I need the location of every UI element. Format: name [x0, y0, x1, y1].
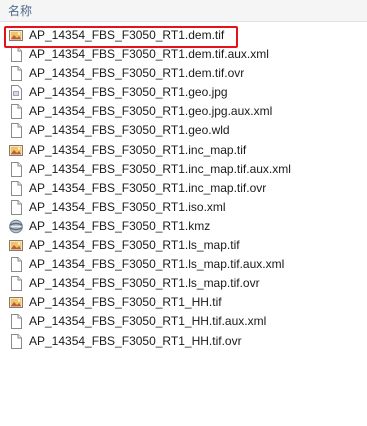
blank-file-icon	[9, 276, 23, 292]
blank-file-icon	[9, 199, 23, 215]
file-name: AP_14354_FBS_F3050_RT1.inc_map.tif	[29, 142, 247, 157]
column-header[interactable]: 名称	[0, 0, 367, 22]
blank-file-icon	[9, 314, 23, 330]
file-row[interactable]: AP_14354_FBS_F3050_RT1_HH.tif.aux.xml	[0, 312, 367, 331]
file-row[interactable]: AP_14354_FBS_F3050_RT1.geo.jpg.aux.xml	[0, 102, 367, 121]
file-row[interactable]: AP_14354_FBS_F3050_RT1.kmz	[0, 217, 367, 236]
file-name: AP_14354_FBS_F3050_RT1.geo.jpg	[29, 85, 228, 100]
blank-file-icon	[9, 104, 23, 120]
tif-image-icon	[9, 295, 23, 310]
file-row[interactable]: AP_14354_FBS_F3050_RT1.inc_map.tif.aux.x…	[0, 160, 367, 179]
file-row[interactable]: AP_14354_FBS_F3050_RT1.geo.wld	[0, 121, 367, 140]
file-row[interactable]: AP_14354_FBS_F3050_RT1_HH.tif	[0, 293, 367, 312]
file-row[interactable]: AP_14354_FBS_F3050_RT1.ls_map.tif	[0, 236, 367, 255]
blank-file-icon	[9, 47, 23, 63]
file-name: AP_14354_FBS_F3050_RT1.dem.tif.ovr	[29, 66, 245, 81]
file-name: AP_14354_FBS_F3050_RT1.ls_map.tif.ovr	[29, 276, 260, 291]
file-name: AP_14354_FBS_F3050_RT1_HH.tif	[29, 295, 222, 310]
file-name: AP_14354_FBS_F3050_RT1.inc_map.tif.aux.x…	[29, 161, 291, 176]
file-row[interactable]: AP_14354_FBS_F3050_RT1.geo.jpg	[0, 83, 367, 102]
file-name: AP_14354_FBS_F3050_RT1.dem.tif	[29, 28, 225, 42]
file-name: AP_14354_FBS_F3050_RT1.dem.tif.aux.xml	[29, 47, 269, 62]
file-row[interactable]: AP_14354_FBS_F3050_RT1.ls_map.tif.ovr	[0, 274, 367, 293]
file-name: AP_14354_FBS_F3050_RT1.inc_map.tif.ovr	[29, 180, 267, 195]
file-name: AP_14354_FBS_F3050_RT1.kmz	[29, 218, 211, 233]
file-name: AP_14354_FBS_F3050_RT1_HH.tif.aux.xml	[29, 314, 267, 329]
tif-image-icon	[9, 143, 23, 158]
file-row[interactable]: AP_14354_FBS_F3050_RT1_HH.tif.ovr	[0, 332, 367, 351]
file-row[interactable]: AP_14354_FBS_F3050_RT1.dem.tif.ovr	[0, 64, 367, 83]
file-name: AP_14354_FBS_F3050_RT1.geo.jpg.aux.xml	[29, 104, 273, 119]
tif-image-icon	[9, 238, 23, 253]
jpg-image-icon	[9, 85, 23, 101]
file-row[interactable]: AP_14354_FBS_F3050_RT1.inc_map.tif	[0, 141, 367, 160]
blank-file-icon	[9, 180, 23, 196]
file-name: AP_14354_FBS_F3050_RT1.geo.wld	[29, 123, 230, 138]
file-list: AP_14354_FBS_F3050_RT1.dem.tif AP_14354_F…	[0, 26, 367, 351]
file-name: AP_14354_FBS_F3050_RT1_HH.tif.ovr	[29, 333, 242, 348]
file-row[interactable]: AP_14354_FBS_F3050_RT1.dem.tif.aux.xml	[0, 45, 367, 64]
kmz-globe-icon	[9, 219, 23, 234]
blank-file-icon	[9, 257, 23, 273]
file-row[interactable]: AP_14354_FBS_F3050_RT1.inc_map.tif.ovr	[0, 179, 367, 198]
blank-file-icon	[9, 123, 23, 139]
file-row[interactable]: AP_14354_FBS_F3050_RT1.ls_map.tif.aux.xm…	[0, 255, 367, 274]
blank-file-icon	[9, 333, 23, 349]
blank-file-icon	[9, 66, 23, 82]
tif-image-icon	[9, 28, 23, 43]
name-column-header[interactable]: 名称	[8, 2, 32, 19]
file-row[interactable]: AP_14354_FBS_F3050_RT1.dem.tif	[0, 26, 367, 45]
file-name: AP_14354_FBS_F3050_RT1.iso.xml	[29, 199, 226, 214]
file-row[interactable]: AP_14354_FBS_F3050_RT1.iso.xml	[0, 198, 367, 217]
blank-file-icon	[9, 161, 23, 177]
file-name: AP_14354_FBS_F3050_RT1.ls_map.tif	[29, 238, 240, 253]
file-name: AP_14354_FBS_F3050_RT1.ls_map.tif.aux.xm…	[29, 257, 285, 272]
